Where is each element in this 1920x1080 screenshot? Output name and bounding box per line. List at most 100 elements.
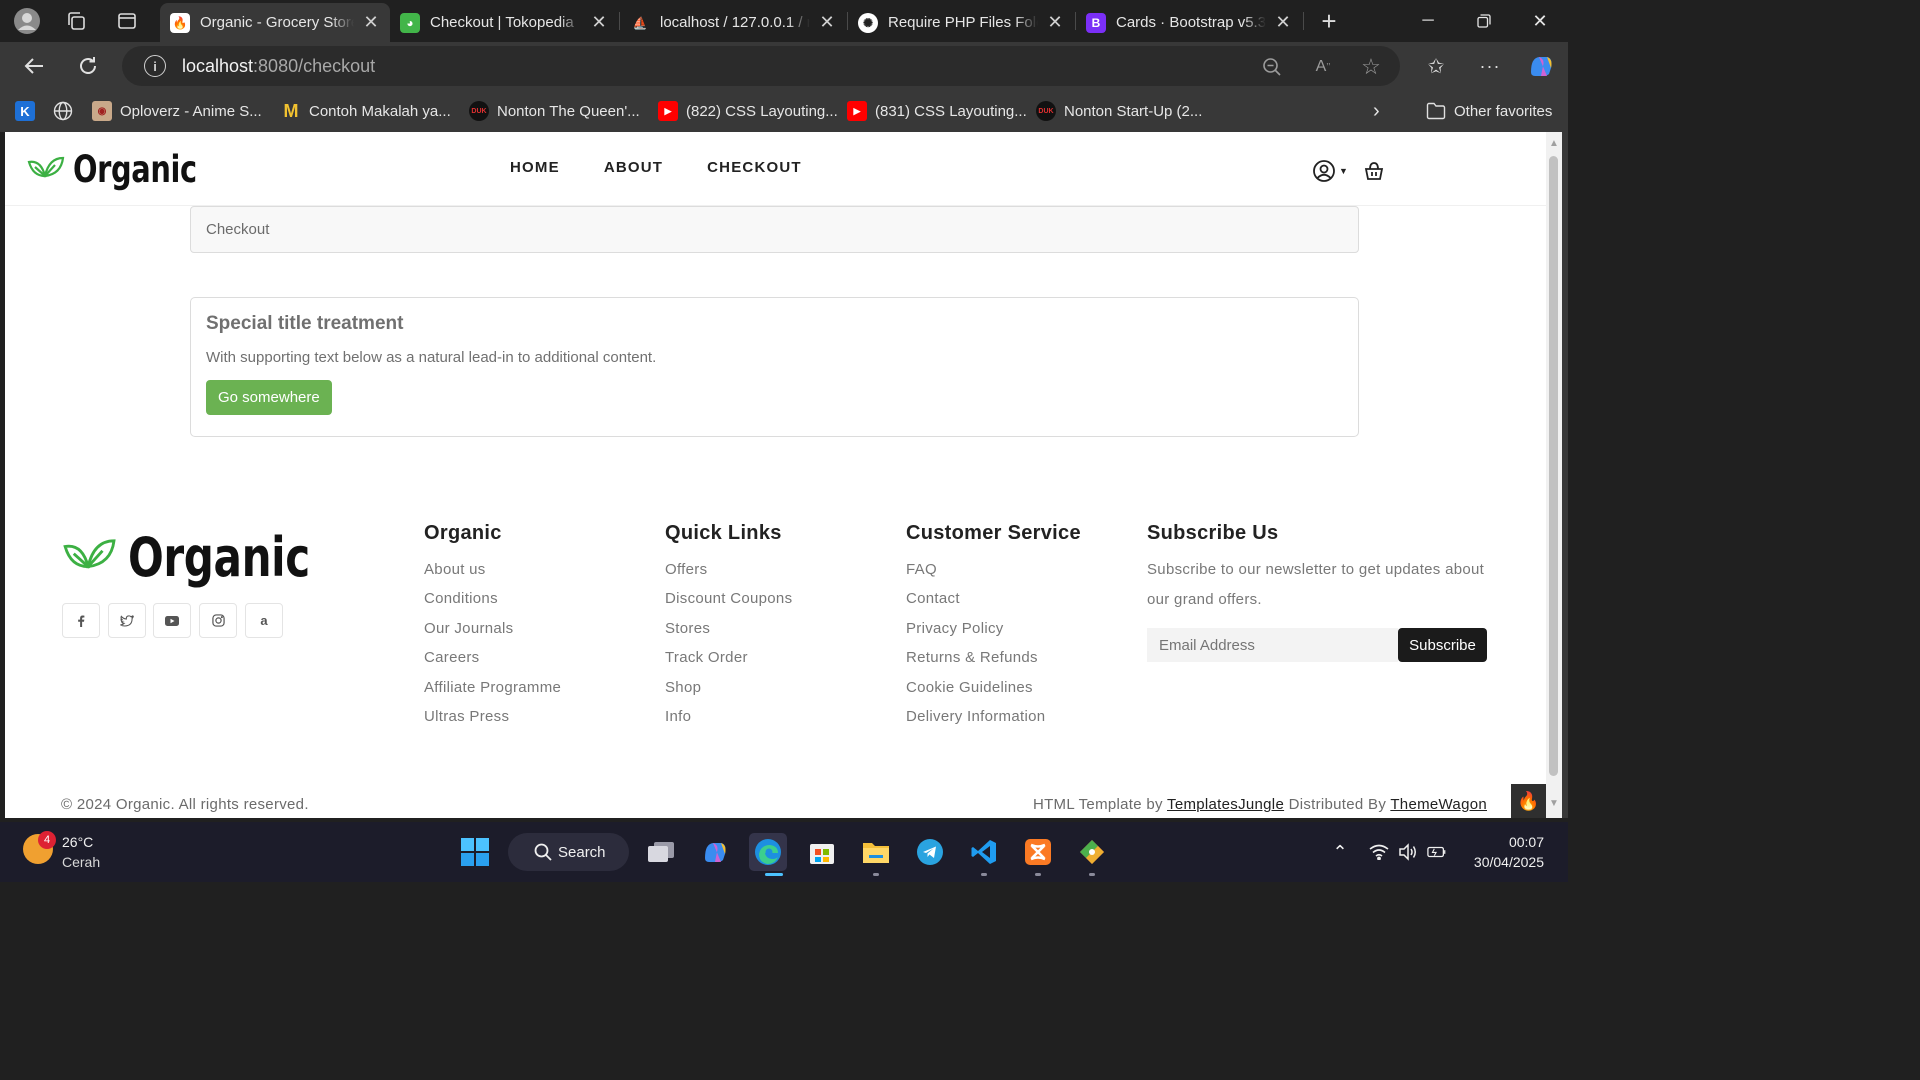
close-tab-icon[interactable]: ✕: [590, 12, 608, 33]
footer-link[interactable]: Careers: [424, 643, 561, 672]
cart-basket-icon[interactable]: [1362, 159, 1386, 183]
url-text[interactable]: localhost:8080/checkout: [182, 56, 375, 77]
nav-checkout[interactable]: CHECKOUT: [707, 159, 802, 176]
other-favorites-label: Other favorites: [1454, 102, 1553, 120]
url-field[interactable]: i localhost:8080/checkout A ʼʼ ☆: [122, 46, 1400, 86]
subscribe-button[interactable]: Subscribe: [1398, 628, 1487, 662]
footer-link[interactable]: Affiliate Programme: [424, 673, 561, 702]
git-kraken-icon[interactable]: [1073, 833, 1111, 871]
new-tab-icon[interactable]: +: [1314, 6, 1344, 36]
close-window-icon[interactable]: ✕: [1512, 0, 1568, 42]
task-view-icon[interactable]: [642, 833, 680, 871]
copilot-icon[interactable]: [1524, 51, 1558, 81]
close-tab-icon[interactable]: ✕: [362, 12, 380, 33]
footer-link[interactable]: Delivery Information: [906, 702, 1081, 731]
footer-logo[interactable]: Organic: [62, 526, 361, 589]
subscribe-text: Subscribe to our newsletter to get updat…: [1147, 561, 1485, 608]
tab-bootstrap[interactable]: B Cards · Bootstrap v5.3 ✕: [1076, 3, 1302, 42]
youtube-icon[interactable]: [153, 603, 191, 638]
clock-time[interactable]: 00:07: [1509, 834, 1544, 850]
vscode-icon[interactable]: [965, 833, 1003, 871]
footer-link[interactable]: Stores: [665, 614, 792, 643]
taskbar-search[interactable]: Search: [508, 833, 629, 871]
other-favorites[interactable]: Other favorites: [1426, 99, 1552, 123]
nav-home[interactable]: HOME: [510, 159, 560, 176]
windows-start-icon[interactable]: [456, 833, 494, 871]
footer-link[interactable]: Ultras Press: [424, 702, 561, 731]
read-aloud-icon[interactable]: A ʼʼ: [1310, 54, 1336, 80]
zoom-out-icon[interactable]: [1259, 54, 1285, 80]
favorite-makalah[interactable]: M Contoh Makalah ya...: [281, 99, 451, 123]
scroll-up-icon[interactable]: ▲: [1548, 138, 1560, 150]
site-logo[interactable]: Organic: [27, 148, 232, 191]
tab-organic[interactable]: 🔥 Organic - Grocery Store ✕: [160, 3, 390, 42]
footer-link[interactable]: About us: [424, 555, 561, 584]
themewagon-link[interactable]: ThemeWagon: [1390, 796, 1487, 813]
templatesjungle-link[interactable]: TemplatesJungle: [1167, 796, 1284, 813]
footer-link[interactable]: FAQ: [906, 555, 1081, 584]
footer-link[interactable]: Contact: [906, 584, 1081, 613]
favorite-globe[interactable]: [53, 99, 81, 123]
favorite-oploverz[interactable]: ◉ Oploverz - Anime S...: [92, 99, 262, 123]
file-explorer-icon[interactable]: [857, 833, 895, 871]
wifi-icon[interactable]: [1369, 842, 1389, 862]
footer-link[interactable]: Info: [665, 702, 792, 731]
instagram-icon[interactable]: [199, 603, 237, 638]
makalah-icon: M: [283, 100, 299, 121]
back-icon[interactable]: [17, 51, 51, 81]
footer-link[interactable]: Cookie Guidelines: [906, 673, 1081, 702]
favorite-startup[interactable]: DUK Nonton Start-Up (2...: [1036, 99, 1202, 123]
footer-link[interactable]: Shop: [665, 673, 792, 702]
footer-link[interactable]: Returns & Refunds: [906, 643, 1081, 672]
flame-icon[interactable]: 🔥: [1511, 784, 1546, 818]
email-field[interactable]: [1147, 628, 1398, 662]
battery-icon[interactable]: [1427, 842, 1447, 862]
favorites-icon[interactable]: ✩: [1419, 51, 1453, 81]
amazon-icon[interactable]: a: [245, 603, 283, 638]
twitter-icon[interactable]: [108, 603, 146, 638]
footer-link[interactable]: Conditions: [424, 584, 561, 613]
refresh-icon[interactable]: [71, 51, 105, 81]
telegram-icon[interactable]: [911, 833, 949, 871]
footer-heading: Organic: [424, 522, 502, 544]
footer-link[interactable]: Track Order: [665, 643, 792, 672]
scrollbar-thumb[interactable]: [1549, 156, 1558, 776]
chevron-up-icon[interactable]: ⌃: [1330, 842, 1350, 862]
tab-chatgpt[interactable]: ✺ Require PHP Files Folde ✕: [848, 3, 1074, 42]
scroll-down-icon[interactable]: ▼: [1548, 798, 1560, 810]
microsoft-store-icon[interactable]: [803, 833, 841, 871]
minimize-icon[interactable]: ─: [1400, 0, 1456, 42]
favorites-overflow-chevron-icon[interactable]: ›: [1373, 99, 1380, 123]
favorite-star-icon[interactable]: ☆: [1358, 54, 1384, 80]
xampp-icon[interactable]: [1019, 833, 1057, 871]
favorite-k[interactable]: K: [15, 99, 35, 123]
tab-phpmyadmin[interactable]: ⛵ localhost / 127.0.0.1 / m ✕: [620, 3, 846, 42]
workspaces-icon[interactable]: [61, 6, 91, 36]
nav-about[interactable]: ABOUT: [604, 159, 663, 176]
more-menu-icon[interactable]: ···: [1473, 51, 1507, 81]
favorite-css-831[interactable]: ▶ (831) CSS Layouting...: [847, 99, 1027, 123]
footer-link[interactable]: Our Journals: [424, 614, 561, 643]
footer-link[interactable]: Discount Coupons: [665, 584, 792, 613]
tab-tokopedia[interactable]: ◕ Checkout | Tokopedia ✕: [390, 3, 618, 42]
facebook-icon[interactable]: [62, 603, 100, 638]
tab-actions-icon[interactable]: [112, 6, 142, 36]
footer-link[interactable]: Privacy Policy: [906, 614, 1081, 643]
credits: HTML Template by TemplatesJungle Distrib…: [1032, 796, 1487, 813]
close-tab-icon[interactable]: ✕: [1046, 12, 1064, 33]
favorite-queen[interactable]: DUK Nonton The Queen'...: [469, 99, 640, 123]
profile-avatar-icon[interactable]: [12, 6, 42, 36]
edge-icon[interactable]: [749, 833, 787, 871]
clock-date[interactable]: 30/04/2025: [1474, 854, 1544, 870]
restore-icon[interactable]: [1456, 0, 1512, 42]
close-tab-icon[interactable]: ✕: [1274, 12, 1292, 33]
volume-icon[interactable]: [1398, 842, 1418, 862]
copilot-icon[interactable]: [696, 833, 734, 871]
footer-link[interactable]: Offers: [665, 555, 792, 584]
go-somewhere-button[interactable]: Go somewhere: [206, 380, 332, 415]
site-info-icon[interactable]: i: [144, 55, 166, 77]
favorite-css-822[interactable]: ▶ (822) CSS Layouting...: [658, 99, 838, 123]
page-scrollbar[interactable]: ▲ ▼: [1546, 132, 1562, 818]
user-account-icon[interactable]: ▼: [1312, 159, 1348, 183]
close-tab-icon[interactable]: ✕: [818, 12, 836, 33]
